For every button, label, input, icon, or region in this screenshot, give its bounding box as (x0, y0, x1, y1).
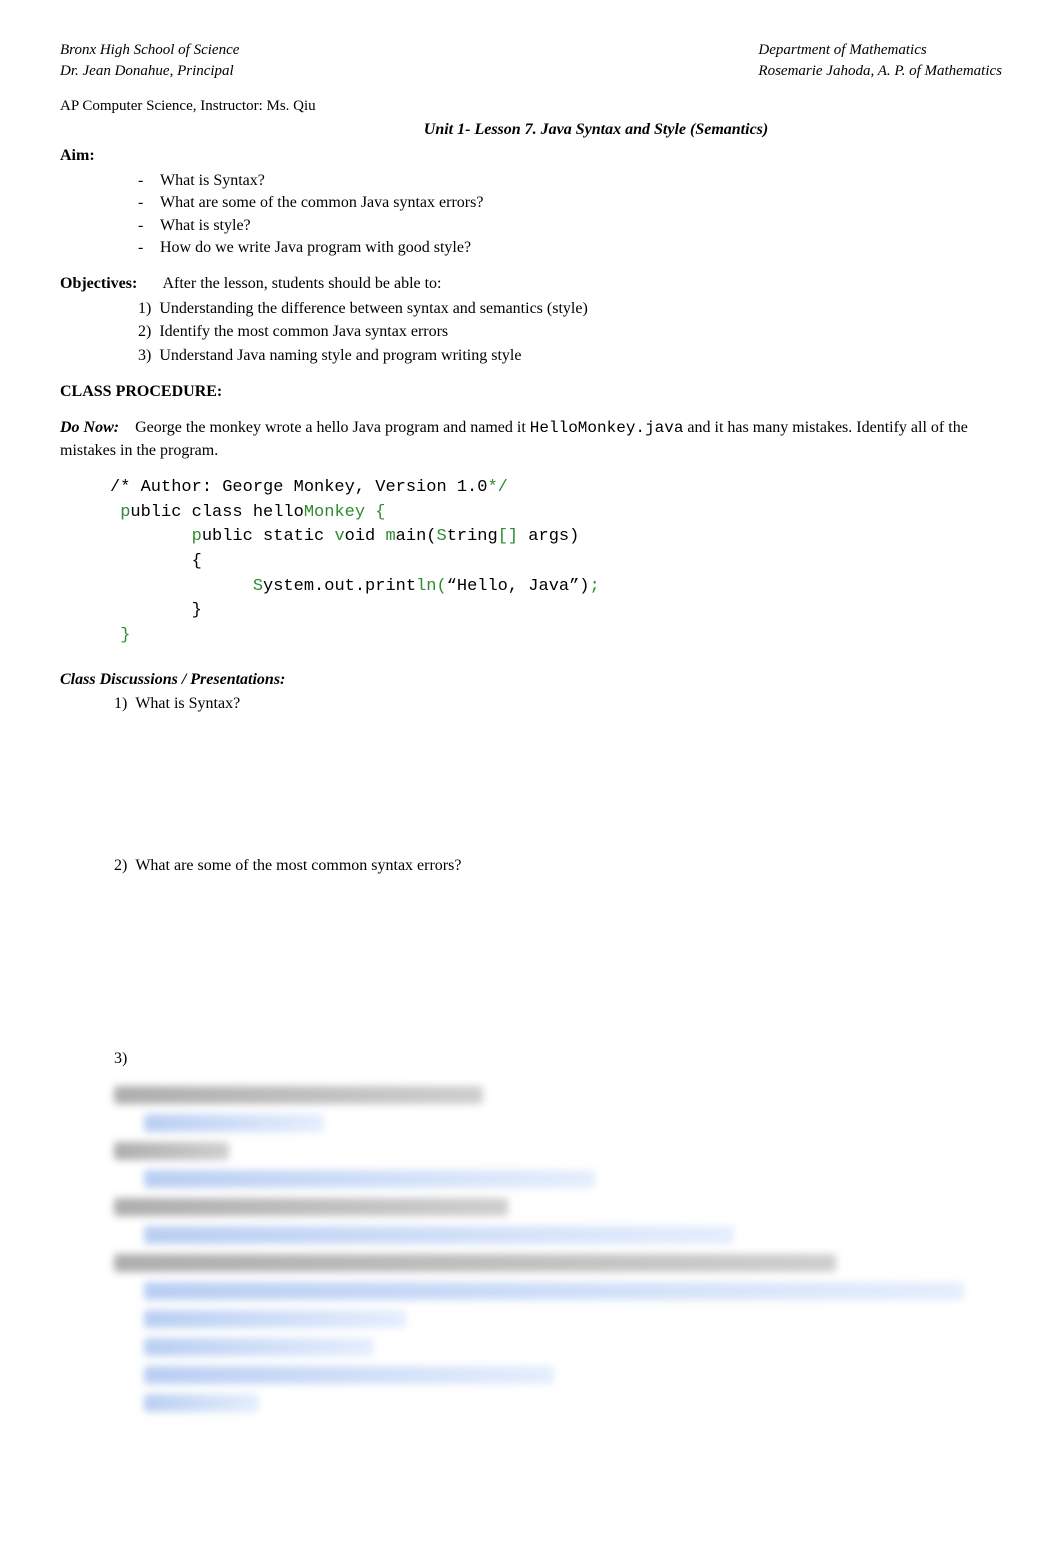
aim-item: What is style? (160, 215, 1002, 237)
obscured-line (114, 1254, 836, 1272)
instructor-line: AP Computer Science, Instructor: Ms. Qiu (60, 96, 1002, 117)
class-discussions-heading: Class Discussions / Presentations: (60, 669, 1002, 691)
question-item: 2) What are some of the most common synt… (114, 855, 1002, 877)
obscured-line (144, 1310, 406, 1328)
objective-item: 2) Identify the most common Java syntax … (138, 321, 1002, 343)
unit-title: Unit 1- Lesson 7. Java Syntax and Style … (190, 119, 1002, 141)
objectives-intro: After the lesson, students should be abl… (162, 275, 441, 292)
obscured-line (144, 1394, 259, 1412)
aim-list: What is Syntax? What are some of the com… (60, 170, 1002, 260)
obscured-line (144, 1282, 964, 1300)
obscured-line (114, 1142, 229, 1160)
objective-item: 3) Understand Java naming style and prog… (138, 345, 1002, 367)
objectives-list: 1) Understanding the difference between … (60, 298, 1002, 367)
aim-item: What are some of the common Java syntax … (160, 192, 1002, 214)
principal-name: Dr. Jean Donahue, Principal (60, 61, 239, 82)
obscured-line (114, 1086, 483, 1104)
do-now-paragraph: Do Now: George the monkey wrote a hello … (60, 417, 1002, 462)
objectives-label: Objectives: (60, 275, 137, 292)
do-now-text: George the monkey wrote a hello Java pro… (135, 419, 530, 436)
obscured-line (144, 1366, 554, 1384)
question-item: 1) What is Syntax? (114, 693, 1002, 715)
objectives-row: Objectives: After the lesson, students s… (60, 273, 1002, 295)
obscured-line (144, 1114, 324, 1132)
do-now-label: Do Now: (60, 419, 119, 436)
objective-item: 1) Understanding the difference between … (138, 298, 1002, 320)
aim-item: How do we write Java program with good s… (160, 237, 1002, 259)
school-name: Bronx High School of Science (60, 40, 239, 61)
aim-label: Aim: (60, 145, 1002, 167)
obscured-line (144, 1170, 595, 1188)
obscured-content (114, 1086, 934, 1412)
class-procedure-heading: CLASS PROCEDURE: (60, 381, 1002, 403)
aim-item: What is Syntax? (160, 170, 1002, 192)
question-item: 3) (114, 1048, 1002, 1070)
question-list: 1) What is Syntax? 2) What are some of t… (60, 693, 1002, 1070)
department-name: Department of Mathematics (758, 40, 1002, 61)
obscured-line (114, 1198, 508, 1216)
ap-name: Rosemarie Jahoda, A. P. of Mathematics (758, 61, 1002, 82)
obscured-line (144, 1226, 734, 1244)
code-block: /* Author: George Monkey, Version 1.0*/ … (110, 476, 1002, 648)
obscured-line (144, 1338, 374, 1356)
do-now-filename: HelloMonkey.java (530, 419, 684, 437)
